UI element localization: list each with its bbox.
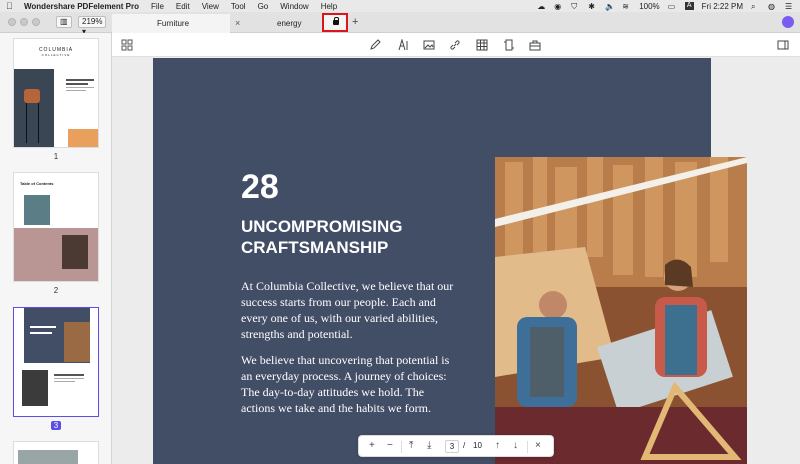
pen-icon[interactable]	[369, 39, 381, 51]
toolbox-icon[interactable]	[529, 39, 541, 51]
section-number[interactable]: 28	[241, 168, 279, 207]
spotlight-search-icon[interactable]: ⌕	[751, 2, 760, 11]
thumb1-subtitle: COLLECTIVE	[41, 53, 71, 57]
close-tab-icon[interactable]: ×	[235, 14, 240, 33]
total-pages: 10	[473, 441, 482, 450]
last-page-icon[interactable]: ⤓	[427, 440, 431, 451]
close-navigation-icon[interactable]: ×	[535, 440, 541, 451]
app-name-menu[interactable]: Wondershare PDFelement Pro	[24, 2, 139, 11]
zoom-value: 219%	[82, 17, 103, 26]
previous-page-icon[interactable]: ↑	[495, 440, 500, 451]
thumb2-photo2	[62, 235, 88, 269]
menu-file[interactable]: File	[151, 2, 164, 11]
minimize-window-button[interactable]	[20, 18, 28, 26]
siri-icon[interactable]: ◍	[768, 2, 777, 11]
thumb1-orange-block	[68, 129, 98, 147]
tab-energy-label: energy	[277, 19, 302, 28]
tab-furniture[interactable]: Furniture	[112, 14, 230, 33]
table-icon[interactable]	[476, 39, 488, 51]
wifi-icon[interactable]: ≋	[622, 2, 631, 11]
page-thumbnail-3[interactable]	[13, 307, 99, 417]
menu-window[interactable]: Window	[280, 2, 308, 11]
thumb2-photo1	[24, 195, 50, 225]
paragraph-1[interactable]: At Columbia Collective, we believe that …	[241, 278, 461, 342]
notification-center-icon[interactable]: ☰	[785, 2, 794, 11]
thumb4-photo	[18, 450, 78, 464]
zoom-in-button[interactable]: +	[369, 440, 375, 451]
grid-view-icon[interactable]	[121, 39, 133, 51]
page-thumbnail-4[interactable]	[13, 441, 99, 464]
page-navigation-bar: + − ⤒ ⤓ 3 / 10 ↑ ↓ ×	[358, 435, 554, 457]
menu-view[interactable]: View	[202, 2, 219, 11]
tab-energy[interactable]: energy	[245, 14, 325, 33]
sidebar-icon: ▥	[60, 17, 68, 26]
battery-icon[interactable]: ▭	[668, 2, 677, 11]
menu-tool[interactable]: Tool	[231, 2, 246, 11]
shield-icon[interactable]: ⛉	[571, 2, 580, 11]
paragraph-2[interactable]: We believe that uncovering that potentia…	[241, 352, 461, 416]
image-icon[interactable]	[423, 39, 435, 51]
new-tab-button[interactable]: +	[352, 14, 358, 31]
lock-button[interactable]	[322, 13, 348, 32]
input-source-icon[interactable]: A	[684, 2, 694, 10]
text-edit-icon[interactable]	[397, 38, 409, 51]
zoom-window-button[interactable]	[32, 18, 40, 26]
divider	[527, 441, 528, 453]
divider	[401, 441, 402, 453]
zoom-select[interactable]: 219% ▾	[78, 16, 106, 36]
thumb2-title: Table of Contents	[20, 181, 54, 186]
tab-furniture-label: Furniture	[157, 19, 190, 28]
close-window-button[interactable]	[8, 18, 16, 26]
next-page-icon[interactable]: ↓	[513, 440, 518, 451]
header-footer-icon[interactable]	[503, 39, 515, 51]
page-number-3-label: 3	[50, 421, 62, 430]
page-separator: /	[463, 441, 466, 450]
sidebar-toggle-button[interactable]: ▥	[56, 16, 72, 28]
battery-percent: 100%	[639, 1, 660, 11]
lock-icon	[333, 17, 339, 25]
circle-icon[interactable]: ◉	[554, 2, 563, 11]
zoom-out-button[interactable]: −	[387, 440, 393, 451]
page-number-1: 1	[53, 152, 59, 161]
page-number-2: 2	[53, 286, 59, 295]
clock[interactable]: Fri 2:22 PM	[702, 2, 743, 11]
speaker-icon[interactable]: 🔈	[605, 2, 615, 11]
menubar:  Wondershare PDFelement Pro File Edit V…	[0, 0, 800, 12]
thumb3-text	[54, 374, 84, 382]
page-thumbnail-2[interactable]: Table of Contents	[13, 172, 99, 282]
first-page-icon[interactable]: ⤒	[409, 440, 413, 451]
page-number-input[interactable]: 3	[445, 440, 459, 453]
thumb3-photo	[22, 370, 48, 406]
menu-help[interactable]: Help	[321, 2, 337, 11]
menu-go[interactable]: Go	[258, 2, 269, 11]
cloud-icon[interactable]: ☁	[537, 2, 546, 11]
section-heading[interactable]: UNCOMPROMISING CRAFTSMANSHIP	[241, 216, 471, 258]
page-thumbnail-1[interactable]: COLUMBIA COLLECTIVE	[13, 38, 99, 148]
tab-bar: ▥ 219% ▾ Furniture × energy	[0, 12, 800, 36]
thumb1-photo	[14, 69, 54, 147]
avatar[interactable]	[782, 16, 794, 28]
menu-edit[interactable]: Edit	[176, 2, 190, 11]
bluetooth-icon[interactable]: ✱	[588, 2, 597, 11]
apple-icon[interactable]: 	[6, 1, 16, 11]
thumb1-text	[66, 79, 94, 99]
workshop-photo	[495, 157, 747, 464]
thumb3-dark-block	[24, 308, 90, 363]
page-number-3[interactable]: 3	[0, 421, 112, 430]
right-panel-icon[interactable]	[777, 39, 789, 51]
link-icon[interactable]	[449, 39, 461, 51]
